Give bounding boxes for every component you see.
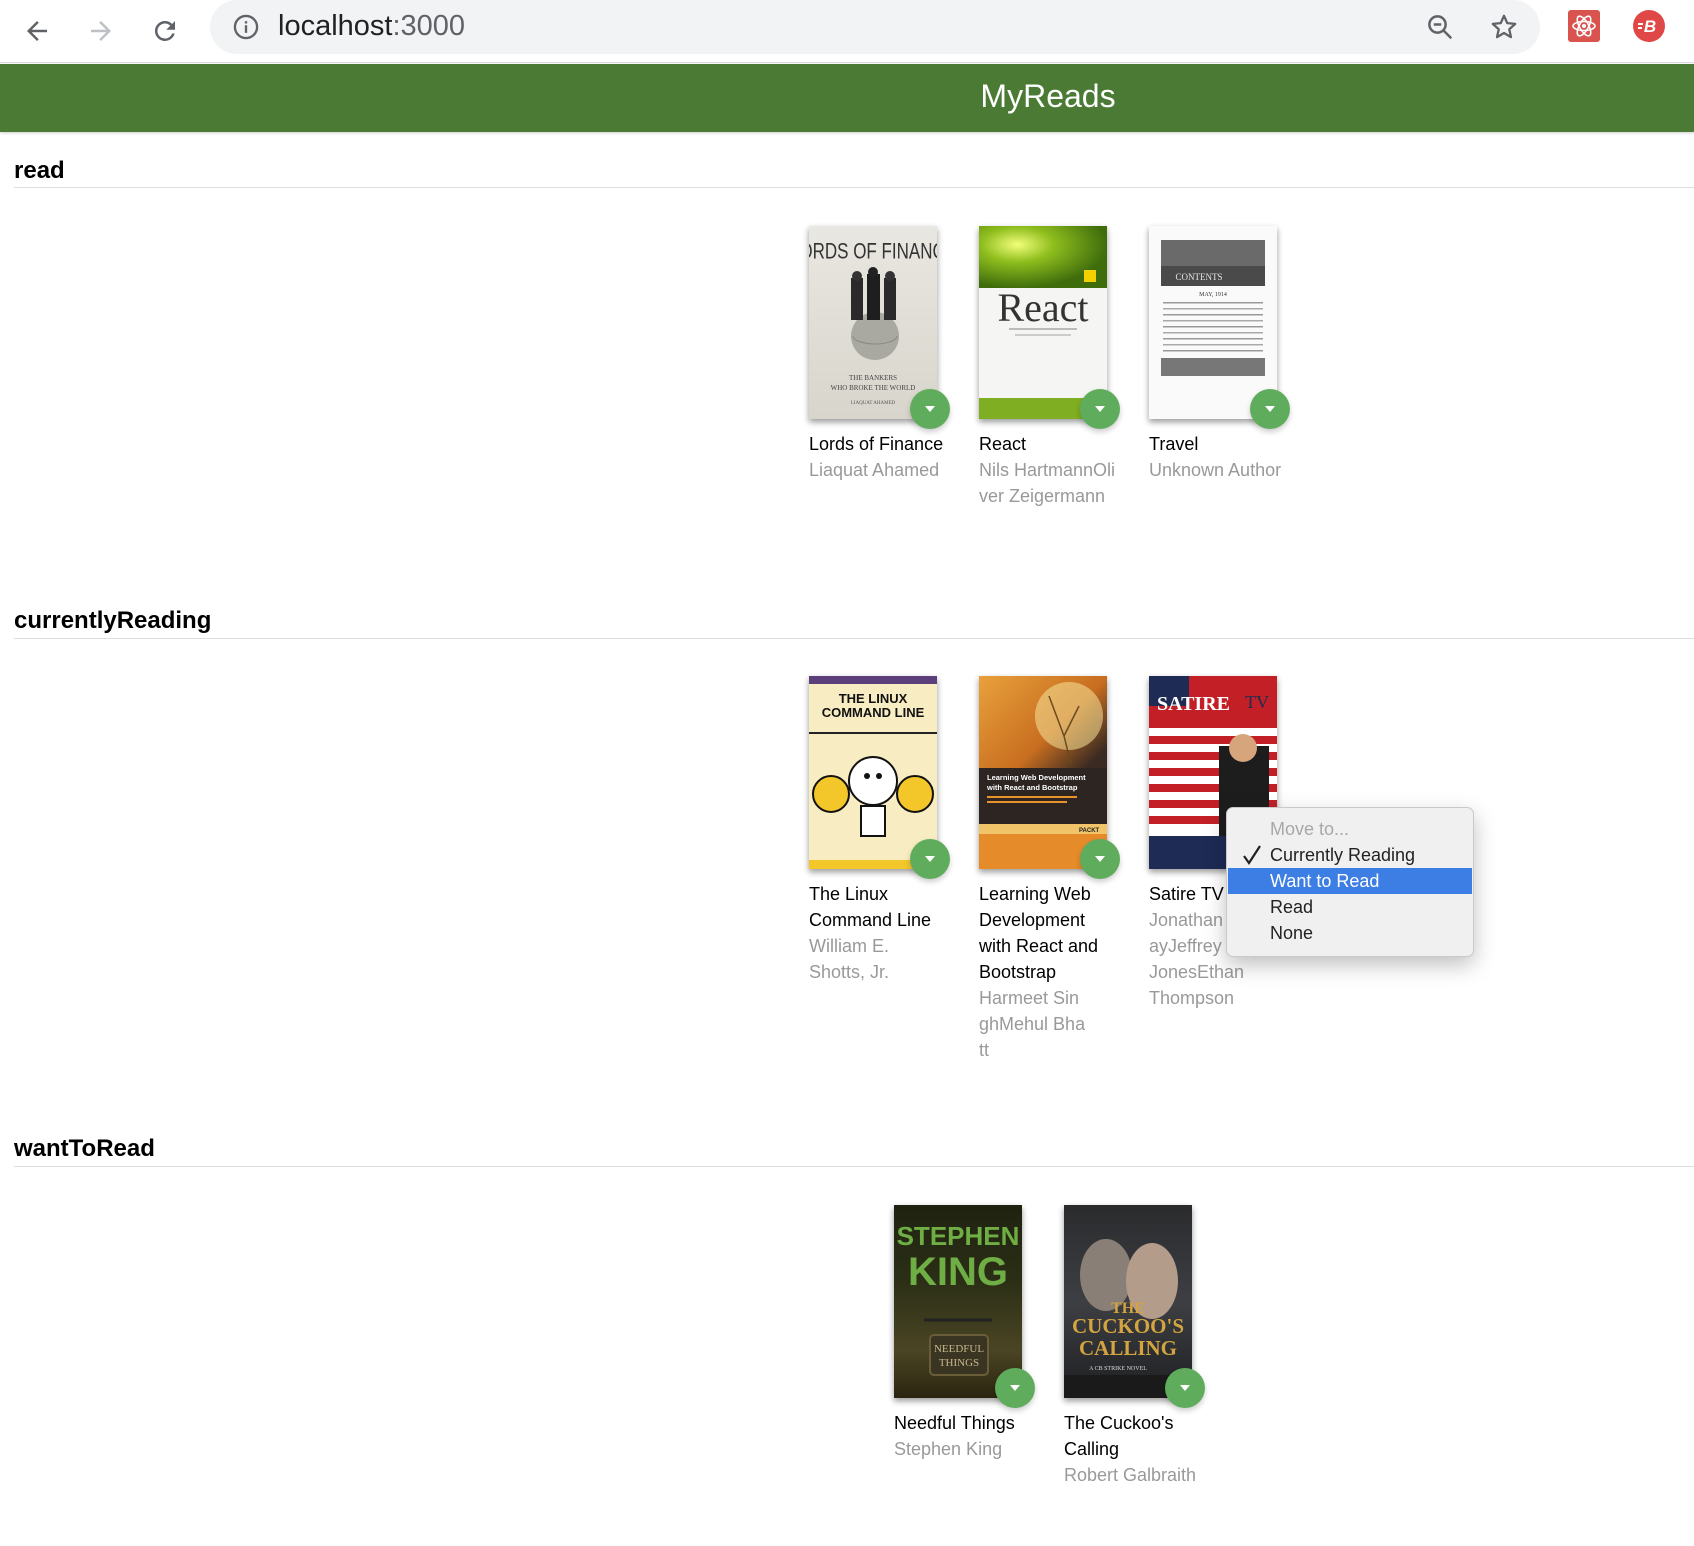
book-cover[interactable]: STEPHEN KING NEEDFUL THINGS [894, 1205, 1022, 1398]
app-title: MyReads [980, 78, 1116, 114]
reload-icon[interactable] [140, 6, 190, 56]
book-authors: Stephen King [894, 1439, 1003, 1459]
info-icon[interactable] [232, 13, 260, 46]
menu-option-want-to-read[interactable]: Want to Read [1228, 868, 1472, 894]
shelf-divider [14, 187, 1694, 188]
cover-subtitle-text: MAY, 1914 [1199, 292, 1227, 298]
browser-toolbar: localhost:3000 B [0, 0, 1694, 63]
cover-title-text-3: CALLING [1079, 1336, 1177, 1360]
menu-option-label: Want to Read [1270, 871, 1380, 891]
book-authors: William E. Shotts, Jr. [809, 936, 890, 982]
book-cover[interactable]: THE CUCKOO'S CALLING A CB STRIKE NOVEL [1064, 1205, 1192, 1398]
book-title-block: The Linux Command Line William E. Shotts… [809, 881, 949, 985]
cover-publisher-text: PACKT [1079, 828, 1100, 834]
cover-title-text: LORDS OF FINANCE [809, 239, 937, 264]
cover-subtitle-text: A CB STRIKE NOVEL [1089, 1366, 1147, 1372]
book-title: Learning Web Development with React and … [979, 884, 1099, 982]
book-cover[interactable]: React [979, 226, 1107, 419]
app-header: MyReads [0, 64, 1694, 132]
extension-b-icon[interactable]: B [1633, 10, 1665, 42]
menu-option-read[interactable]: Read [1228, 894, 1472, 920]
bookmark-star-icon[interactable] [1487, 10, 1521, 44]
shelf-changer-button[interactable] [1080, 839, 1120, 879]
book-cover[interactable]: LORDS OF FINANCE THE BANKERS WHO BROKE T… [809, 226, 937, 419]
book-authors: Harmeet SinghMehul Bhatt [979, 988, 1086, 1060]
forward-arrow-icon[interactable] [76, 6, 126, 56]
book-title: Travel [1149, 434, 1199, 454]
shelf-changer-button[interactable] [910, 389, 950, 429]
menu-option-move-to: Move to... [1228, 816, 1472, 842]
shelf-title-currently-reading: currentlyReading [14, 607, 212, 634]
react-devtools-extension-icon[interactable] [1568, 10, 1600, 42]
cover-title-text: THE LINUX [839, 691, 908, 706]
cover-subtitle-text-2: WHO BROKE THE WORLD [831, 384, 916, 392]
cover-subtitle-text: THE BANKERS [849, 374, 897, 382]
svg-text:B: B [1644, 17, 1656, 36]
shelf-divider [14, 638, 1694, 639]
book-title-block: Travel Unknown Author [1149, 431, 1289, 483]
cover-sign-text-2: THINGS [939, 1357, 979, 1369]
shelf-changer-button[interactable] [995, 1368, 1035, 1408]
shelf-changer-button[interactable] [910, 839, 950, 879]
menu-option-none[interactable]: None [1228, 920, 1472, 946]
cover-title-text-2: TV [1245, 692, 1269, 712]
url-host: localhost [278, 10, 393, 42]
cover-title-text-2: CUCKOO'S [1072, 1314, 1184, 1338]
cover-title-text-2: KING [908, 1250, 1008, 1294]
book-authors: Nils HartmannOliver Zeigermann [979, 460, 1116, 506]
shelf-title-want-to-read: wantToRead [14, 1135, 155, 1162]
menu-option-currently-reading[interactable]: Currently Reading [1228, 842, 1472, 868]
book-authors: Unknown Author [1149, 460, 1282, 480]
menu-option-label: Currently Reading [1270, 845, 1416, 865]
book-cover[interactable]: Learning Web Development with React and … [979, 676, 1107, 869]
book-authors: Robert Galbraith [1064, 1465, 1197, 1485]
book-title: The Cuckoo's Calling [1064, 1413, 1174, 1459]
book-cover[interactable]: CONTENTS MAY, 1914 [1149, 226, 1277, 419]
shelf-changer-button[interactable] [1165, 1368, 1205, 1408]
shelf-divider [14, 1166, 1694, 1167]
book-title: Needful Things [894, 1413, 1015, 1433]
cover-title-text: Learning Web Development [987, 773, 1086, 782]
cover-title-text-2: COMMAND LINE [822, 705, 925, 720]
book-title-block: Lords of Finance Liaquat Ahamed [809, 431, 949, 483]
book-title: Lords of Finance [809, 434, 944, 454]
shelf-changer-button[interactable] [1250, 389, 1290, 429]
book-title-block: Learning Web Development with React and … [979, 881, 1119, 1063]
shelf-title-read: read [14, 157, 65, 184]
menu-option-label: Read [1270, 897, 1314, 917]
cover-title-text: React [997, 285, 1088, 330]
cover-title-text: STEPHEN [897, 1221, 1020, 1251]
book-authors: Liaquat Ahamed [809, 460, 940, 480]
back-arrow-icon[interactable] [12, 6, 62, 56]
book-title: The Linux Command Line [809, 884, 932, 930]
book-title-block: The Cuckoo's Calling Robert Galbraith [1064, 1410, 1204, 1488]
book-title: React [979, 434, 1027, 454]
url-port: :3000 [392, 10, 466, 42]
cover-sign-text: NEEDFUL [934, 1343, 984, 1355]
move-to-menu[interactable]: Move to... Currently Reading Want to Rea… [1226, 807, 1474, 957]
menu-option-label: None [1270, 923, 1314, 943]
cover-title-text: CONTENTS [1176, 272, 1223, 282]
book-cover[interactable]: THE LINUX COMMAND LINE [809, 676, 937, 869]
url-text: localhost:3000 [278, 10, 465, 43]
address-bar[interactable]: localhost:3000 [210, 0, 1540, 54]
cover-title-text: SATIRE [1157, 693, 1230, 715]
book-title-block: Needful Things Stephen King [894, 1410, 1034, 1462]
shelf-changer-button[interactable] [1080, 389, 1120, 429]
zoom-out-icon[interactable] [1423, 10, 1457, 44]
cover-title-text-2: with React and Bootstrap [986, 783, 1078, 792]
book-title-block: React Nils HartmannOliver Zeigermann [979, 431, 1119, 509]
cover-author-text: LIAQUAT AHAMED [851, 401, 896, 406]
menu-option-label: Move to... [1270, 819, 1350, 839]
